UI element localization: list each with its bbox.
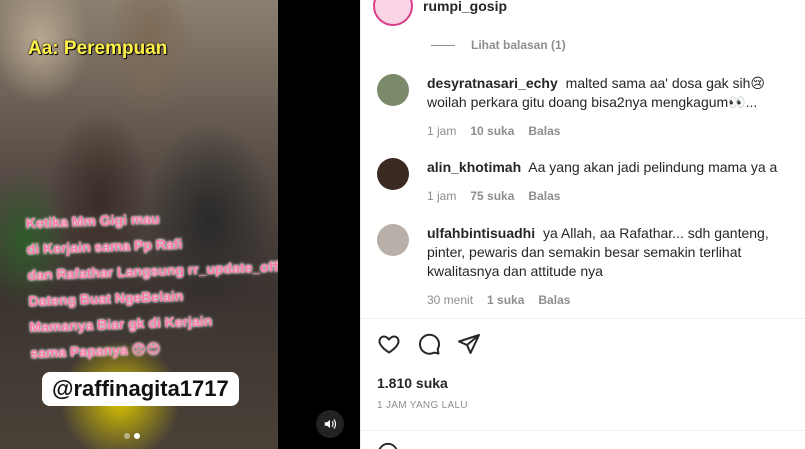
section-divider [361,430,805,431]
comment-item: alin_khotimah Aa yang akan jadi pelindun… [377,158,797,206]
comment-likes[interactable]: 10 suka [470,122,514,141]
comments-panel: rumpi_gosip Lihat balasan (1) desyratnas… [360,0,805,449]
view-replies-button[interactable]: Lihat balasan (1) [431,38,566,52]
carousel-indicator [124,433,140,439]
reply-button[interactable]: Balas [538,291,570,310]
avatar[interactable] [377,158,409,190]
owner-username[interactable]: rumpi_gosip [423,0,507,14]
comment-item: desyratnasari_echy malted sama aa' dosa … [377,74,797,141]
video-handle-tag: @raffinagita1717 [42,372,239,406]
heart-icon [378,335,400,354]
view-replies-label: Lihat balasan (1) [471,38,566,52]
section-divider [361,318,805,319]
carousel-dot [124,433,130,439]
reply-button[interactable]: Balas [528,187,560,206]
comment-icon [419,333,440,355]
comment-username[interactable]: ulfahbintisuadhi [427,225,535,241]
avatar[interactable] [377,224,409,256]
comment-likes[interactable]: 75 suka [470,187,514,206]
speaker-icon [324,419,336,429]
comment-username[interactable]: alin_khotimah [427,159,521,175]
comment-time[interactable]: 1 jam [427,122,456,141]
comment-time[interactable]: 30 menit [427,291,473,310]
emoji-icon[interactable] [377,442,399,449]
share-button[interactable] [457,332,481,356]
video-overlay-label: Aa: Perempuan [28,38,168,59]
video-caption: Ketika Mm Gigi mau di Kerjain sama Pp Ra… [25,200,278,366]
comment-item: ulfahbintisuadhi ya Allah, aa Rafathar..… [377,224,797,310]
like-button[interactable] [377,332,401,356]
comment-likes[interactable]: 1 suka [487,291,524,310]
reply-button[interactable]: Balas [528,122,560,141]
carousel-dot-active [134,433,140,439]
like-count[interactable]: 1.810 suka [377,375,448,391]
divider-line [431,44,455,46]
avatar[interactable] [377,74,409,106]
video-frame[interactable]: Aa: Perempuan Ketika Mm Gigi mau di Kerj… [0,0,278,449]
share-icon [458,334,480,354]
media-letterbox [278,0,360,449]
mute-button[interactable] [316,410,344,438]
comment-button[interactable] [417,332,441,356]
post-media[interactable]: Aa: Perempuan Ketika Mm Gigi mau di Kerj… [0,0,360,449]
post-timestamp[interactable]: 1 JAM YANG LALU [377,400,468,411]
owner-avatar[interactable] [373,0,413,26]
post-actions [377,332,481,356]
post-owner[interactable]: rumpi_gosip [373,0,507,26]
comment-time[interactable]: 1 jam [427,187,456,206]
comment-text: Aa yang akan jadi pelindung mama ya a [528,159,778,175]
comment-username[interactable]: desyratnasari_echy [427,75,558,91]
